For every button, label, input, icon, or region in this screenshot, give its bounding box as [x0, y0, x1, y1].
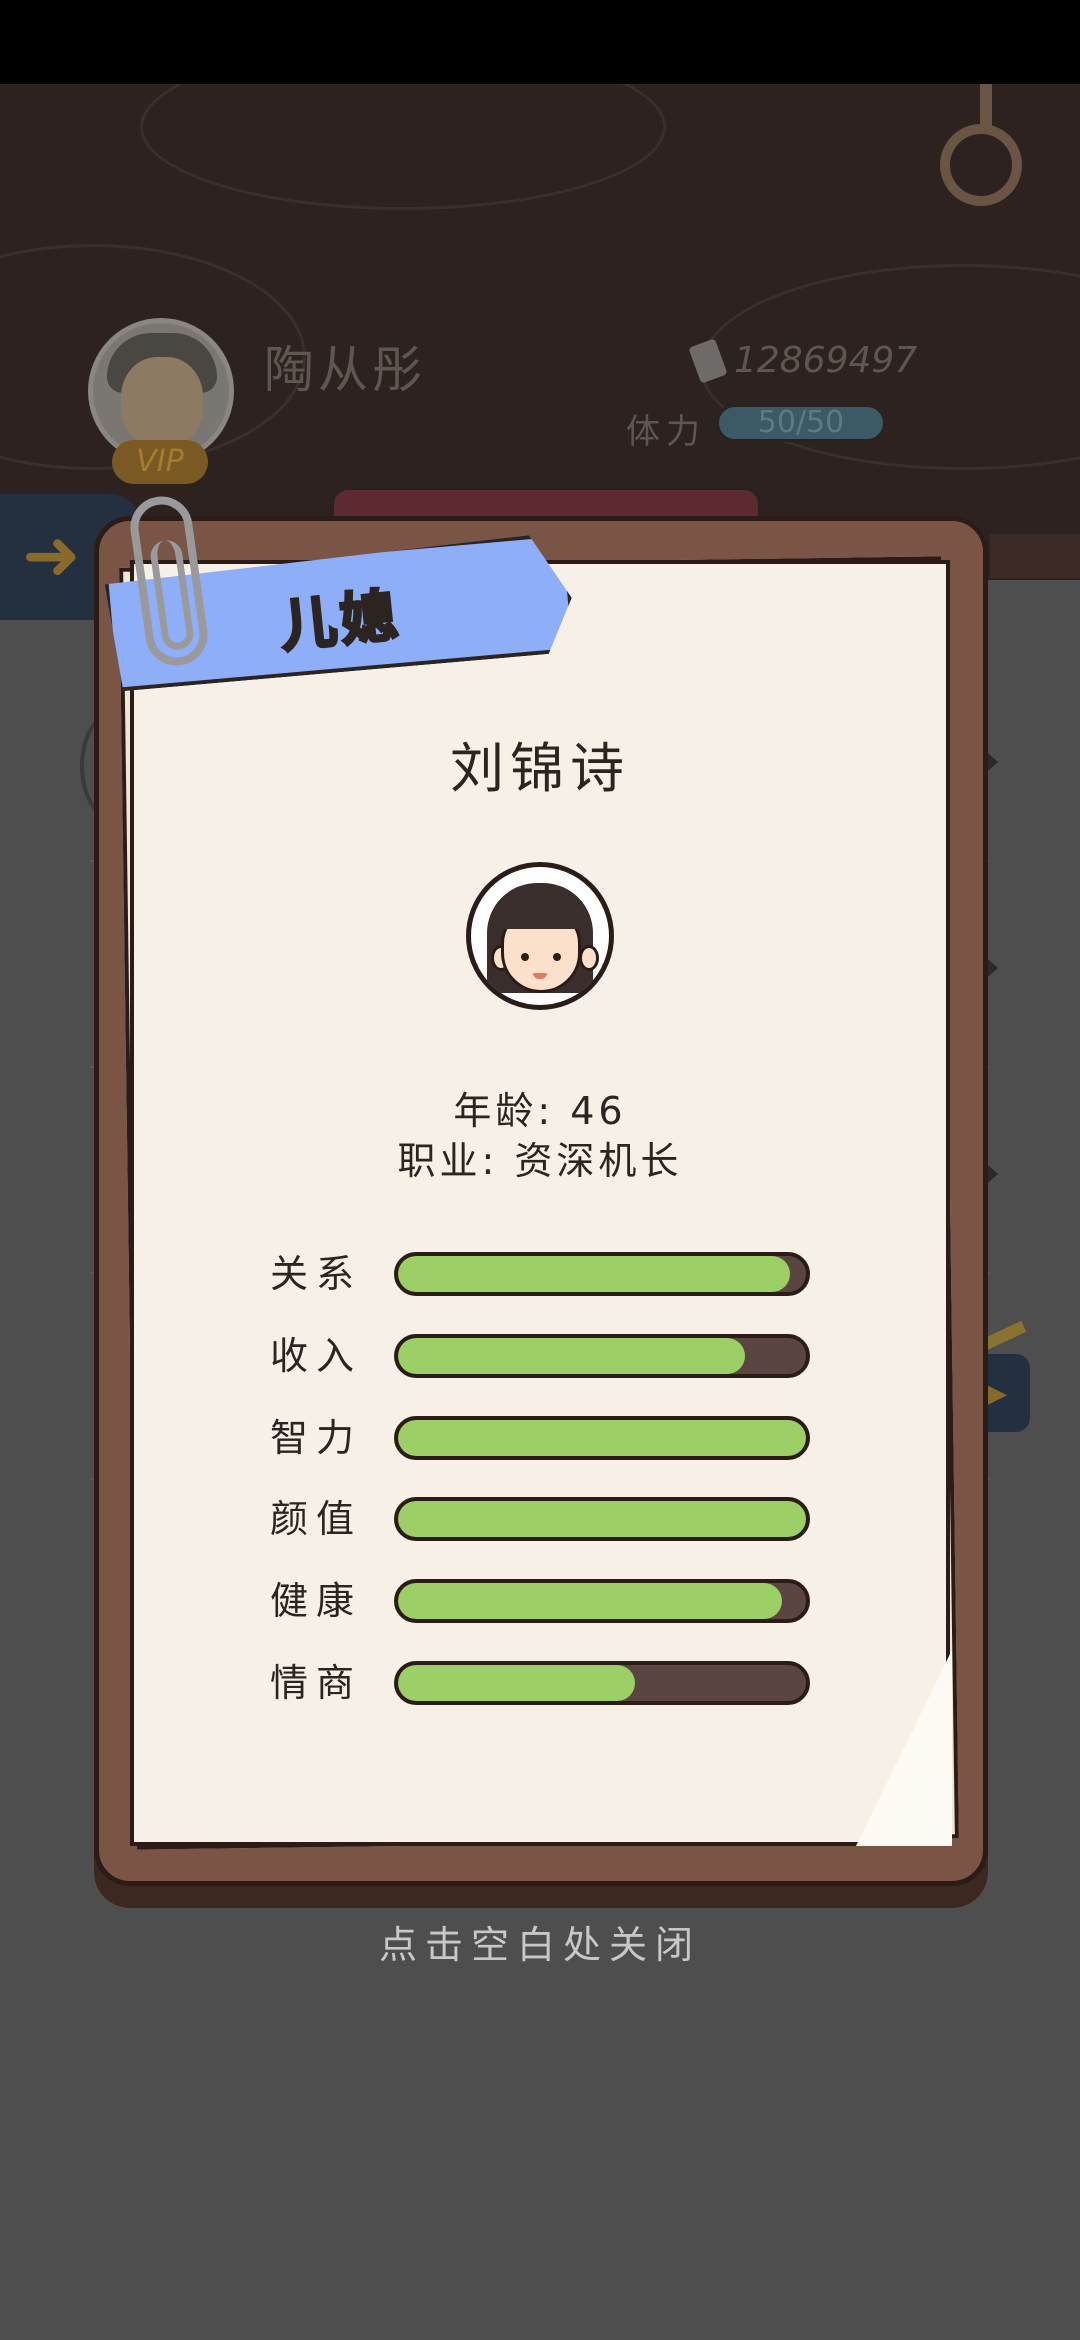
stat-row: 健康 — [270, 1579, 810, 1623]
stamina-bar: 50/50 — [716, 404, 886, 442]
stat-bar — [394, 1334, 810, 1378]
member-name: 刘锦诗 — [450, 737, 630, 800]
stat-bar-fill — [398, 1665, 635, 1701]
member-portrait — [466, 862, 614, 1010]
stat-label: 关系 — [270, 1252, 363, 1296]
relation-tag: 儿媳 — [276, 581, 405, 661]
stat-label: 智力 — [270, 1416, 363, 1460]
stat-row: 颜值 — [270, 1497, 810, 1541]
stat-bar — [394, 1661, 810, 1705]
stat-bar-fill — [398, 1501, 806, 1537]
stamina-label: 体力 — [626, 412, 706, 452]
stat-label: 情商 — [270, 1661, 363, 1705]
stat-bar — [394, 1252, 810, 1296]
stat-label: 颜值 — [270, 1497, 363, 1541]
stat-bar-fill — [398, 1583, 782, 1619]
stat-row: 智力 — [270, 1416, 810, 1460]
vip-badge: VIP — [112, 440, 208, 484]
background-strip — [990, 534, 1080, 578]
stat-bar — [394, 1497, 810, 1541]
bg-decoration — [140, 84, 666, 210]
back-arrow-icon[interactable]: ➜ — [22, 520, 81, 590]
stat-label: 收入 — [270, 1334, 363, 1378]
stat-row: 收入 — [270, 1334, 810, 1378]
stat-row: 情商 — [270, 1661, 810, 1705]
settings-ring-button[interactable] — [940, 124, 1022, 206]
stat-row: 关系 — [270, 1252, 810, 1296]
stat-bar-fill — [398, 1338, 745, 1374]
stat-bar-fill — [398, 1420, 806, 1456]
member-age: 年龄: 46 — [453, 1089, 627, 1133]
stat-bar — [394, 1579, 810, 1623]
member-job: 职业: 资深机长 — [397, 1139, 683, 1183]
stat-bar — [394, 1416, 810, 1460]
stat-bar-fill — [398, 1256, 790, 1292]
player-name: 陶从彤 — [264, 341, 426, 399]
close-hint[interactable]: 点击空白处关闭 — [0, 1914, 1080, 1969]
money-value: 12869497 — [734, 340, 918, 381]
stat-label: 健康 — [270, 1579, 363, 1623]
status-bar — [0, 0, 1080, 84]
